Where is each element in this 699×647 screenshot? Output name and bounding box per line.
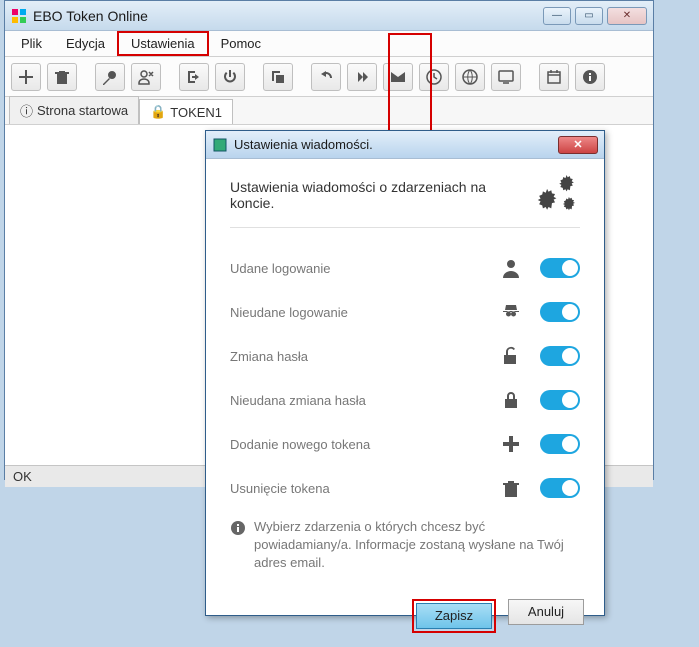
settings-dialog: Ustawienia wiadomości. ✕ Ustawienia wiad…: [205, 130, 605, 616]
titlebar[interactable]: EBO Token Online — ▭ ✕: [5, 1, 653, 31]
row-label: Dodanie nowego tokena: [230, 437, 496, 452]
tab-home-label: Strona startowa: [37, 103, 128, 118]
plus-icon: [496, 434, 526, 454]
row-token-remove: Usunięcie tokena: [230, 466, 580, 510]
menu-file[interactable]: Plik: [9, 31, 54, 56]
lock-icon: 🔒: [150, 104, 166, 120]
toggle-password-change-fail[interactable]: [540, 390, 580, 410]
row-password-change-fail: Nieudana zmiana hasła: [230, 378, 580, 422]
toggle-failed-login[interactable]: [540, 302, 580, 322]
tb-add-button[interactable]: [11, 63, 41, 91]
save-button[interactable]: Zapisz: [416, 603, 492, 629]
tb-mail-button[interactable]: [383, 63, 413, 91]
status-text: OK: [13, 469, 32, 484]
gears-icon: [532, 175, 580, 215]
tab-home[interactable]: ⓘ Strona startowa: [9, 96, 139, 124]
toolbar: [5, 57, 653, 97]
row-failed-login: Nieudane logowanie: [230, 290, 580, 334]
tb-calendar-button[interactable]: [539, 63, 569, 91]
row-label: Nieudana zmiana hasła: [230, 393, 496, 408]
tb-power-button[interactable]: [215, 63, 245, 91]
minimize-button[interactable]: —: [543, 7, 571, 25]
tab-token-label: TOKEN1: [170, 105, 222, 120]
app-icon: [11, 8, 27, 24]
tb-copy-button[interactable]: [263, 63, 293, 91]
tb-more-button[interactable]: [347, 63, 377, 91]
tb-monitor-button[interactable]: [491, 63, 521, 91]
user-icon: [496, 258, 526, 278]
row-label: Usunięcie tokena: [230, 481, 496, 496]
tb-clock-button[interactable]: [419, 63, 449, 91]
menu-edit[interactable]: Edycja: [54, 31, 117, 56]
tb-delete-button[interactable]: [47, 63, 77, 91]
menubar: Plik Edycja Ustawienia Pomoc: [5, 31, 653, 57]
dialog-titlebar[interactable]: Ustawienia wiadomości. ✕: [206, 131, 604, 159]
highlight-save: Zapisz: [412, 599, 496, 633]
window-title: EBO Token Online: [33, 8, 543, 24]
tb-info-button[interactable]: [575, 63, 605, 91]
tab-token[interactable]: 🔒 TOKEN1: [139, 99, 233, 124]
row-success-login: Udane logowanie: [230, 246, 580, 290]
toggle-password-change[interactable]: [540, 346, 580, 366]
tb-user-remove-button[interactable]: [131, 63, 161, 91]
trash-icon: [496, 478, 526, 498]
toggle-token-remove[interactable]: [540, 478, 580, 498]
note-text: Wybierz zdarzenia o których chcesz być p…: [254, 518, 580, 573]
menu-settings[interactable]: Ustawienia: [117, 31, 209, 56]
tabbar: ⓘ Strona startowa 🔒 TOKEN1: [5, 97, 653, 125]
spy-icon: [496, 302, 526, 322]
tb-key-button[interactable]: [95, 63, 125, 91]
lock-icon: [496, 390, 526, 410]
row-password-change: Zmiana hasła: [230, 334, 580, 378]
home-icon: ⓘ: [20, 101, 33, 120]
toggle-success-login[interactable]: [540, 258, 580, 278]
dialog-heading: Ustawienia wiadomości o zdarzeniach na k…: [230, 179, 532, 211]
row-label: Zmiana hasła: [230, 349, 496, 364]
row-label: Udane logowanie: [230, 261, 496, 276]
info-icon: [230, 520, 246, 536]
tb-exit-button[interactable]: [179, 63, 209, 91]
close-button[interactable]: ✕: [607, 7, 647, 25]
row-label: Nieudane logowanie: [230, 305, 496, 320]
dialog-note: Wybierz zdarzenia o których chcesz być p…: [230, 518, 580, 573]
toggle-token-add[interactable]: [540, 434, 580, 454]
dialog-close-button[interactable]: ✕: [558, 136, 598, 154]
tb-globe-button[interactable]: [455, 63, 485, 91]
unlock-icon: [496, 346, 526, 366]
row-token-add: Dodanie nowego tokena: [230, 422, 580, 466]
tb-undo-button[interactable]: [311, 63, 341, 91]
dialog-icon: [212, 137, 228, 153]
menu-help[interactable]: Pomoc: [209, 31, 273, 56]
dialog-title: Ustawienia wiadomości.: [234, 137, 558, 152]
maximize-button[interactable]: ▭: [575, 7, 603, 25]
